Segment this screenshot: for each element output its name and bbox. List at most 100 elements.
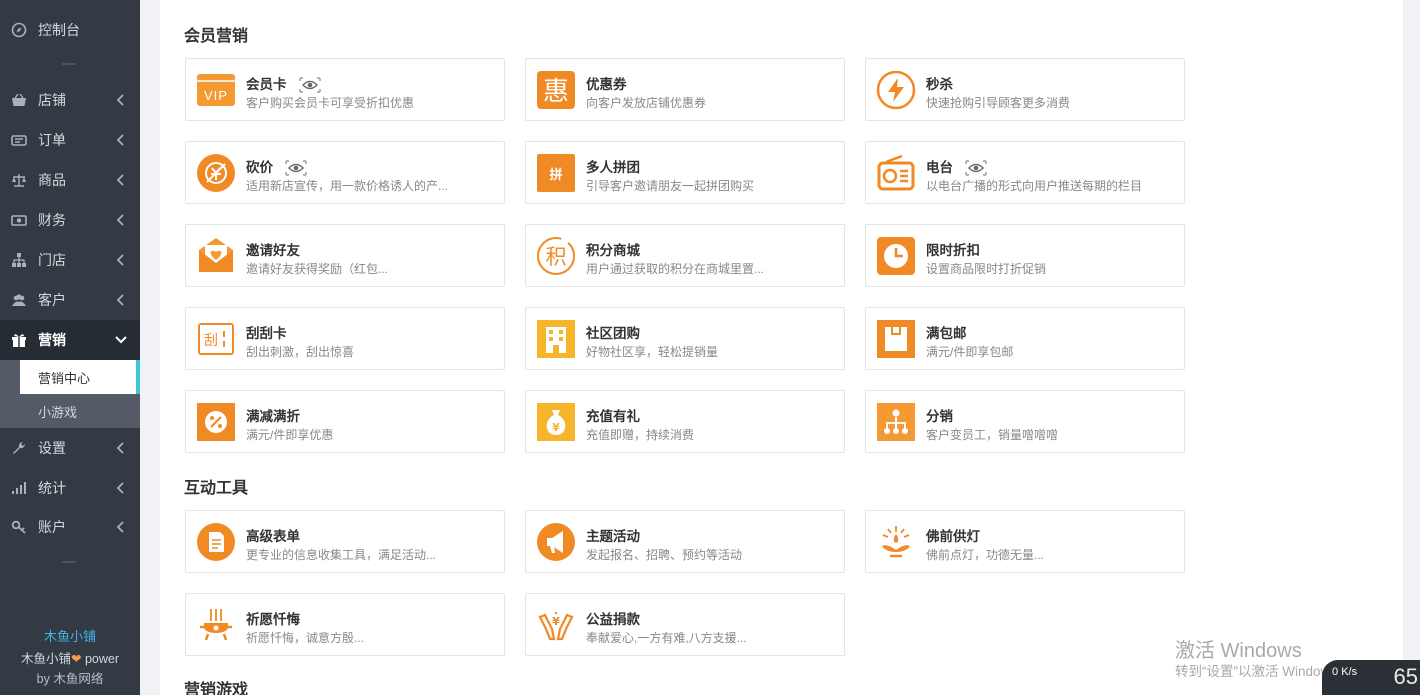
card-title: 积分商城 xyxy=(586,243,640,258)
chevron-left-icon xyxy=(116,442,124,454)
card-title: 社区团购 xyxy=(586,326,640,341)
nav-products[interactable]: 商品 xyxy=(0,160,140,200)
card-title: 优惠券 xyxy=(586,77,627,92)
card-desc: 设置商品限时打折促销 xyxy=(926,262,1047,276)
nav-orders[interactable]: 订单 xyxy=(0,120,140,160)
card-buddha-lamp[interactable]: 佛前供灯 佛前点灯，功德无量... xyxy=(865,510,1185,573)
nav-settings[interactable]: 设置 xyxy=(0,428,140,468)
card-theme-event[interactable]: 主题活动 发起报名、招聘、预约等活动 xyxy=(525,510,845,573)
eye-icon[interactable] xyxy=(298,77,321,94)
svg-text:积: 积 xyxy=(546,245,567,269)
card-desc: 用户通过获取的积分在商城里置... xyxy=(586,262,765,276)
eye-icon[interactable] xyxy=(965,160,987,177)
chevron-left-icon xyxy=(116,214,124,226)
card-title: 刮刮卡 xyxy=(246,326,287,341)
card-group-buy[interactable]: 拼 多人拼团 引导客户邀请朋友一起拼团购买 xyxy=(525,141,845,204)
card-title: 祈愿忏悔 xyxy=(246,612,300,627)
distribution-icon xyxy=(876,402,916,442)
card-title: 主题活动 xyxy=(586,529,640,544)
card-recharge-gift[interactable]: ¥ 充值有礼 充值即赠，持续消费 xyxy=(525,390,845,453)
sitemap-icon xyxy=(10,251,28,269)
nav-account-label: 账户 xyxy=(38,519,66,535)
main-content: 会员营销 VIP 会员卡 客户购买会员卡可享受折扣优惠 惠 优惠券 向客户发放店… xyxy=(160,0,1403,695)
card-title: 多人拼团 xyxy=(586,160,640,175)
card-flash-sale[interactable]: 秒杀 快速抢购引导顾客更多消费 xyxy=(865,58,1185,121)
card-invite-friends[interactable]: 邀请好友 邀请好友获得奖励（红包... xyxy=(185,224,505,287)
card-desc: 奉献爱心,一方有难,八方支援... xyxy=(586,631,747,645)
card-title: 邀请好友 xyxy=(246,243,300,258)
basket-icon xyxy=(10,91,28,109)
scale-icon xyxy=(10,171,28,189)
vip-icon: VIP xyxy=(196,70,236,110)
sidebar: 控制台 店铺 订单 商品 财务 门店 客户 营销 营销中心 小游戏 设置 统计 … xyxy=(0,0,140,695)
card-donation[interactable]: ¥ 公益捐款 奉献爱心,一方有难,八方支援... xyxy=(525,593,845,656)
card-coupon[interactable]: 惠 优惠券 向客户发放店铺优惠券 xyxy=(525,58,845,121)
card-full-reduction[interactable]: 满减满折 满元/件即享优惠 xyxy=(185,390,505,453)
card-scratch-card[interactable]: 刮 刮刮卡 刮出刺激，刮出惊喜 xyxy=(185,307,505,370)
sub-mini-games[interactable]: 小游戏 xyxy=(20,394,140,428)
card-desc: 满元/件即享优惠 xyxy=(246,428,334,442)
nav-statistics[interactable]: 统计 xyxy=(0,468,140,508)
card-desc: 适用新店宣传，用一款价格诱人的产... xyxy=(246,179,449,193)
nav-dashboard-label: 控制台 xyxy=(38,22,80,38)
card-distribution[interactable]: 分销 客户变员工，销量噌噌噌 xyxy=(865,390,1185,453)
nav-settings-label: 设置 xyxy=(38,440,66,456)
megaphone-icon xyxy=(536,522,576,562)
card-member-card[interactable]: VIP 会员卡 客户购买会员卡可享受折扣优惠 xyxy=(185,58,505,121)
nav-stores[interactable]: 门店 xyxy=(0,240,140,280)
money-bag-icon: ¥ xyxy=(536,402,576,442)
nav-statistics-label: 统计 xyxy=(38,480,66,496)
speed-value: 0 K/s xyxy=(1332,666,1358,678)
bargain-icon xyxy=(196,153,236,193)
coupon-icon: 惠 xyxy=(536,70,576,110)
section-title-marketing-games: 营销游戏 xyxy=(184,682,249,695)
nav-customers[interactable]: 客户 xyxy=(0,280,140,320)
package-icon xyxy=(876,319,916,359)
nav-account[interactable]: 账户 xyxy=(0,507,140,547)
speed-big-number: 65 xyxy=(1393,664,1418,689)
eye-icon[interactable] xyxy=(285,160,307,177)
card-desc: 引导客户邀请朋友一起拼团购买 xyxy=(586,179,755,193)
nav-dashboard[interactable]: 控制台 xyxy=(0,10,140,50)
card-community-group[interactable]: 社区团购 好物社区享，轻松提销量 xyxy=(525,307,845,370)
card-bargain[interactable]: 砍价 适用新店宣传，用一款价格诱人的产... xyxy=(185,141,505,204)
chevron-left-icon xyxy=(116,294,124,306)
network-speed-widget[interactable]: 0 K/s 65 xyxy=(1322,660,1420,695)
card-time-discount[interactable]: 限时折扣 设置商品限时打折促销 xyxy=(865,224,1185,287)
svg-text:刮: 刮 xyxy=(204,333,218,349)
card-desc: 向客户发放店铺优惠券 xyxy=(586,96,707,110)
nav-store[interactable]: 店铺 xyxy=(0,80,140,120)
card-desc: 刮出刺激，刮出惊喜 xyxy=(246,345,355,359)
chevron-left-icon xyxy=(116,521,124,533)
chevron-left-icon xyxy=(116,94,124,106)
chevron-left-icon xyxy=(116,174,124,186)
signal-bars-icon xyxy=(10,479,28,497)
card-prayer[interactable]: 祈愿忏悔 祈愿忏悔，诚意方殷... xyxy=(185,593,505,656)
chevron-down-icon xyxy=(115,336,127,344)
nav-products-label: 商品 xyxy=(38,172,66,188)
card-desc: 更专业的信息收集工具，满足活动... xyxy=(246,548,437,562)
key-icon xyxy=(10,518,28,536)
card-advanced-form[interactable]: 高级表单 更专业的信息收集工具，满足活动... xyxy=(185,510,505,573)
card-radio[interactable]: 电台 以电台广播的形式向用户推送每期的栏目 xyxy=(865,141,1185,204)
chevron-left-icon xyxy=(116,134,124,146)
card-desc: 快速抢购引导顾客更多消费 xyxy=(926,96,1071,110)
nav-finance[interactable]: 财务 xyxy=(0,200,140,240)
svg-text:¥: ¥ xyxy=(552,421,560,434)
incense-burner-icon xyxy=(196,605,236,645)
users-icon xyxy=(10,291,28,309)
card-title: 限时折扣 xyxy=(926,243,980,258)
points-icon: 积 xyxy=(536,236,576,276)
card-desc: 客户变员工，销量噌噌噌 xyxy=(926,428,1059,442)
group-buy-icon: 拼 xyxy=(536,153,576,193)
nav-marketing[interactable]: 营销 xyxy=(0,320,140,360)
card-desc: 祈愿忏悔，诚意方殷... xyxy=(246,631,365,645)
card-points-mall[interactable]: 积 积分商城 用户通过获取的积分在商城里置... xyxy=(525,224,845,287)
sub-marketing-center[interactable]: 营销中心 xyxy=(20,360,140,394)
nav-orders-label: 订单 xyxy=(38,132,66,148)
chevron-left-icon xyxy=(116,482,124,494)
svg-text:VIP: VIP xyxy=(204,88,228,103)
brand-name: 木鱼小铺 xyxy=(43,629,96,644)
card-free-shipping[interactable]: 满包邮 满元/件即享包邮 xyxy=(865,307,1185,370)
nav-customers-label: 客户 xyxy=(38,292,66,308)
